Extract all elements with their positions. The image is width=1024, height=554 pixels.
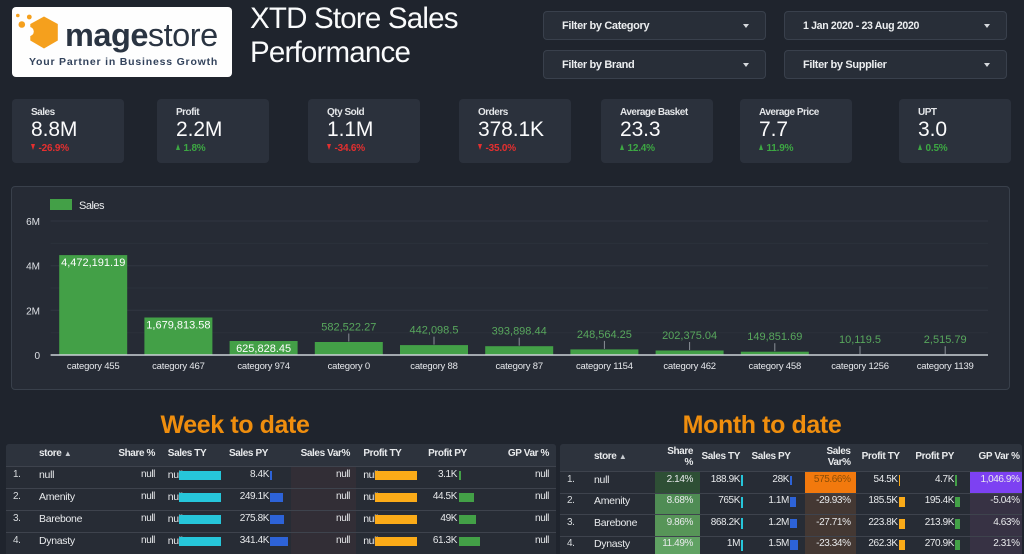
svg-text:0: 0 [34, 351, 40, 362]
svg-text:category 0: category 0 [328, 361, 370, 372]
svg-text:10,119.5: 10,119.5 [839, 334, 881, 346]
svg-text:248,564.25: 248,564.25 [577, 329, 632, 341]
svg-text:category 455: category 455 [67, 361, 120, 372]
svg-text:category 88: category 88 [410, 361, 457, 372]
svg-text:category 1256: category 1256 [831, 361, 889, 372]
svg-text:2M: 2M [26, 306, 40, 317]
svg-text:1,679,813.58: 1,679,813.58 [146, 320, 210, 332]
svg-text:202,375.04: 202,375.04 [662, 330, 717, 342]
svg-text:6M: 6M [26, 217, 40, 228]
svg-text:4M: 4M [26, 262, 40, 273]
svg-text:category 467: category 467 [152, 361, 205, 372]
svg-text:category 1139: category 1139 [917, 361, 974, 372]
svg-text:Your Partner in Business Growt: Your Partner in Business Growth [29, 56, 218, 68]
svg-text:Sales: Sales [79, 200, 105, 212]
svg-text:393,898.44: 393,898.44 [492, 326, 547, 338]
svg-text:149,851.69: 149,851.69 [747, 331, 802, 343]
svg-text:2,515.79: 2,515.79 [924, 334, 967, 346]
svg-text:442,098.5: 442,098.5 [410, 325, 459, 337]
svg-text:category 462: category 462 [663, 361, 716, 372]
svg-text:magestore: magestore [65, 17, 218, 53]
svg-text:category 458: category 458 [749, 361, 802, 372]
svg-text:4,472,191.19: 4,472,191.19 [61, 257, 125, 269]
svg-text:category 974: category 974 [237, 361, 290, 372]
svg-text:category 1154: category 1154 [576, 361, 633, 372]
svg-text:582,522.27: 582,522.27 [321, 322, 376, 334]
svg-text:625,828.45: 625,828.45 [236, 343, 291, 355]
svg-text:category 87: category 87 [495, 361, 542, 372]
